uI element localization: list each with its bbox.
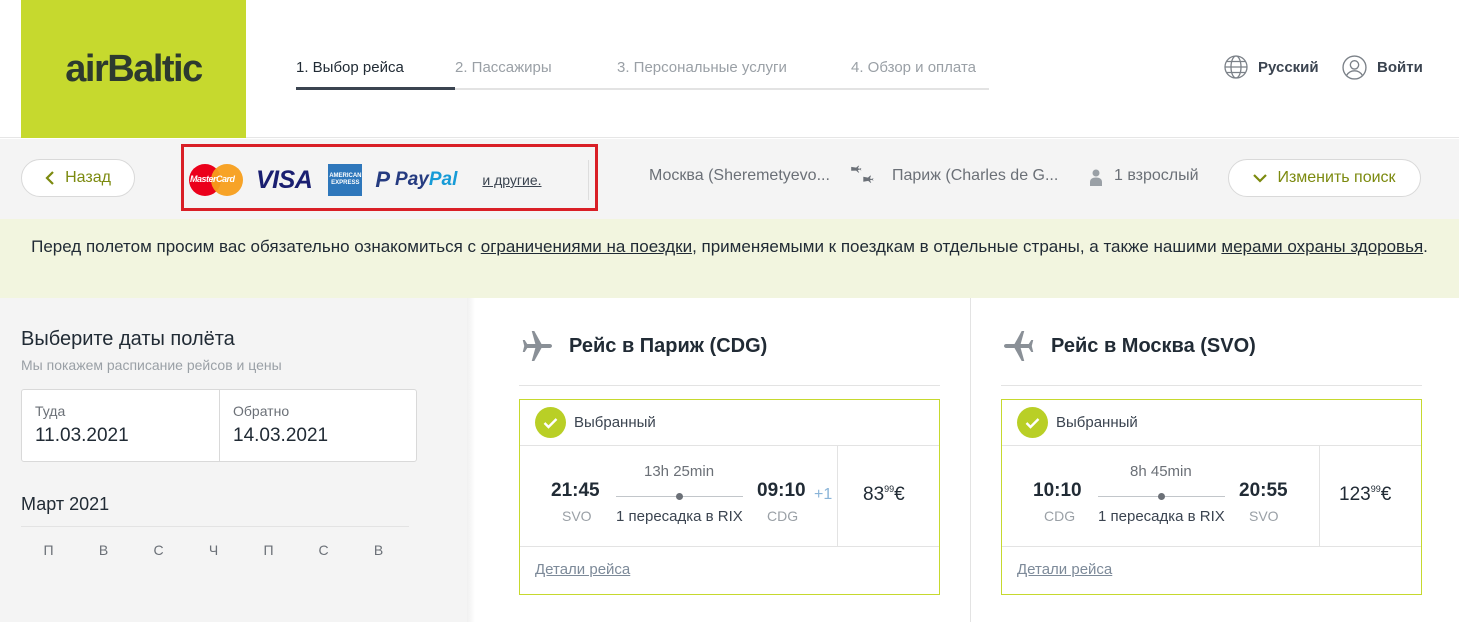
- header-divider: [1001, 385, 1422, 386]
- login-label: Войти: [1377, 59, 1423, 76]
- date-selection-panel: Выберите даты полёта Мы покажем расписан…: [0, 298, 467, 622]
- travel-notice: Перед полетом просим вас обязательно озн…: [0, 219, 1459, 298]
- mastercard-logo: MasterCard: [189, 163, 243, 197]
- selected-status: Выбранный: [1002, 400, 1421, 446]
- selected-status: Выбранный: [520, 400, 939, 446]
- selected-label: Выбранный: [1056, 414, 1138, 431]
- language-label: Русский: [1258, 58, 1319, 76]
- flight-details-link[interactable]: Детали рейса: [1017, 561, 1112, 578]
- flight-duration: 13h 25min: [644, 463, 715, 480]
- flight-price: 8399€: [863, 484, 905, 505]
- stop-dot: [676, 493, 683, 500]
- back-button[interactable]: Назад: [21, 159, 135, 197]
- weekday-label: С: [318, 542, 329, 558]
- weekday-label: В: [373, 542, 384, 558]
- payment-methods-highlight: MasterCard VISA AMERICAN EXPRESS P PayPa…: [181, 144, 598, 211]
- airbaltic-logo[interactable]: airBaltic: [21, 0, 246, 138]
- step-personal-services[interactable]: 3. Персональные услуги: [617, 58, 851, 90]
- weekday-label: Ч: [208, 542, 219, 558]
- departure-time: 10:10: [1033, 480, 1082, 501]
- return-title: Рейс в Москва (SVO): [1051, 334, 1256, 357]
- outbound-title: Рейс в Париж (CDG): [569, 334, 768, 357]
- panel-shadow: [467, 298, 475, 622]
- flight-price: 12399€: [1339, 484, 1392, 505]
- change-search-button[interactable]: Изменить поиск: [1228, 159, 1421, 197]
- outbound-flight-card[interactable]: Выбранный 21:45 SVO 13h 25min 1 пересадк…: [519, 399, 940, 595]
- booking-steps: 1. Выбор рейса 2. Пассажиры 3. Персональ…: [296, 58, 989, 90]
- person-icon: [1090, 169, 1102, 186]
- card-footer: Детали рейса: [1002, 547, 1421, 594]
- chevron-left-icon: [45, 171, 54, 185]
- flight-info: 10:10 CDG 8h 45min 1 пересадка в RIX 20:…: [1002, 446, 1421, 547]
- flight-info: 21:45 SVO 13h 25min 1 пересадка в RIX 09…: [520, 446, 939, 547]
- user-icon: [1342, 55, 1367, 80]
- day-offset: +1: [814, 486, 833, 503]
- destination-city: Париж (Charles de G...: [892, 167, 1059, 184]
- route-planes-icon: [851, 165, 874, 183]
- visa-logo: VISA: [256, 165, 313, 194]
- calendar-weekdays: П В С Ч П С В: [21, 542, 409, 558]
- health-measures-link[interactable]: мерами охраны здоровья: [1221, 237, 1423, 256]
- chevron-down-icon: [1253, 174, 1268, 183]
- payment-methods: MasterCard VISA AMERICAN EXPRESS P PayPa…: [189, 160, 589, 200]
- step-flight-selection[interactable]: 1. Выбор рейса: [296, 58, 455, 90]
- globe-icon: [1224, 55, 1248, 79]
- outbound-header: Рейс в Париж (CDG): [519, 328, 767, 364]
- return-flight-card[interactable]: Выбранный 10:10 CDG 8h 45min 1 пересадка…: [1001, 399, 1422, 595]
- stop-dot: [1158, 493, 1165, 500]
- weekday-label: П: [263, 542, 274, 558]
- origin-city: Москва (Sheremetyevo...: [649, 167, 830, 184]
- card-footer: Детали рейса: [520, 547, 939, 594]
- weekday-label: С: [153, 542, 164, 558]
- column-divider: [970, 298, 971, 622]
- departure-date-field[interactable]: Туда 11.03.2021: [22, 390, 219, 461]
- departure-airport: SVO: [562, 508, 592, 524]
- outbound-flight-column: Рейс в Париж (CDG) Выбранный 21:45 SVO 1…: [519, 298, 940, 622]
- date-panel-subtitle: Мы покажем расписание рейсов и цены: [21, 357, 282, 373]
- paypal-logo: P PayPal: [375, 167, 458, 192]
- arrival-time: 09:10: [757, 480, 806, 501]
- date-panel-title: Выберите даты полёта: [21, 328, 235, 350]
- other-payment-methods-link[interactable]: и другие.: [482, 172, 541, 188]
- selected-label: Выбранный: [574, 414, 656, 431]
- site-header: airBaltic 1. Выбор рейса 2. Пассажиры 3.…: [0, 0, 1459, 138]
- weekday-label: П: [43, 542, 54, 558]
- return-date-value: 14.03.2021: [233, 425, 329, 446]
- change-search-label: Изменить поиск: [1277, 169, 1396, 186]
- step-review-payment[interactable]: 4. Обзор и оплата: [851, 58, 989, 90]
- step-passengers[interactable]: 2. Пассажиры: [455, 58, 617, 90]
- stop-info: 1 пересадка в RIX: [1098, 508, 1225, 525]
- departure-airport: CDG: [1044, 508, 1076, 524]
- login-button[interactable]: Войти: [1342, 55, 1423, 80]
- plane-icon: [1004, 331, 1034, 361]
- weekday-label: В: [98, 542, 109, 558]
- plane-icon: [522, 331, 552, 361]
- calendar-month: Март 2021: [21, 494, 110, 514]
- flight-duration: 8h 45min: [1130, 463, 1192, 480]
- language-selector[interactable]: Русский: [1224, 55, 1319, 79]
- check-icon: [1017, 407, 1048, 438]
- departure-time: 21:45: [551, 480, 600, 501]
- amex-logo: AMERICAN EXPRESS: [328, 164, 363, 196]
- departure-date-value: 11.03.2021: [35, 425, 129, 446]
- stop-info: 1 пересадка в RIX: [616, 508, 743, 525]
- arrival-time: 20:55: [1239, 480, 1288, 501]
- passenger-count: 1 взрослый: [1114, 167, 1199, 184]
- calendar-divider: [21, 526, 409, 527]
- back-label: Назад: [65, 169, 111, 186]
- search-summary-bar: Назад MasterCard VISA AMERICAN EXPRESS P…: [0, 139, 1459, 219]
- price-divider: [837, 446, 838, 546]
- header-divider: [519, 385, 940, 386]
- arrival-airport: SVO: [1249, 508, 1279, 524]
- travel-restrictions-link[interactable]: ограничениями на поездки: [481, 237, 692, 256]
- return-header: Рейс в Москва (SVO): [1001, 328, 1256, 364]
- check-icon: [535, 407, 566, 438]
- logo-text: airBaltic: [65, 47, 203, 90]
- price-divider: [1319, 446, 1320, 546]
- return-date-field[interactable]: Обратно 14.03.2021: [219, 390, 416, 461]
- return-flight-column: Рейс в Москва (SVO) Выбранный 10:10 CDG …: [1001, 298, 1422, 622]
- flight-details-link[interactable]: Детали рейса: [535, 561, 630, 578]
- arrival-airport: CDG: [767, 508, 799, 524]
- date-fields: Туда 11.03.2021 Обратно 14.03.2021: [21, 389, 417, 462]
